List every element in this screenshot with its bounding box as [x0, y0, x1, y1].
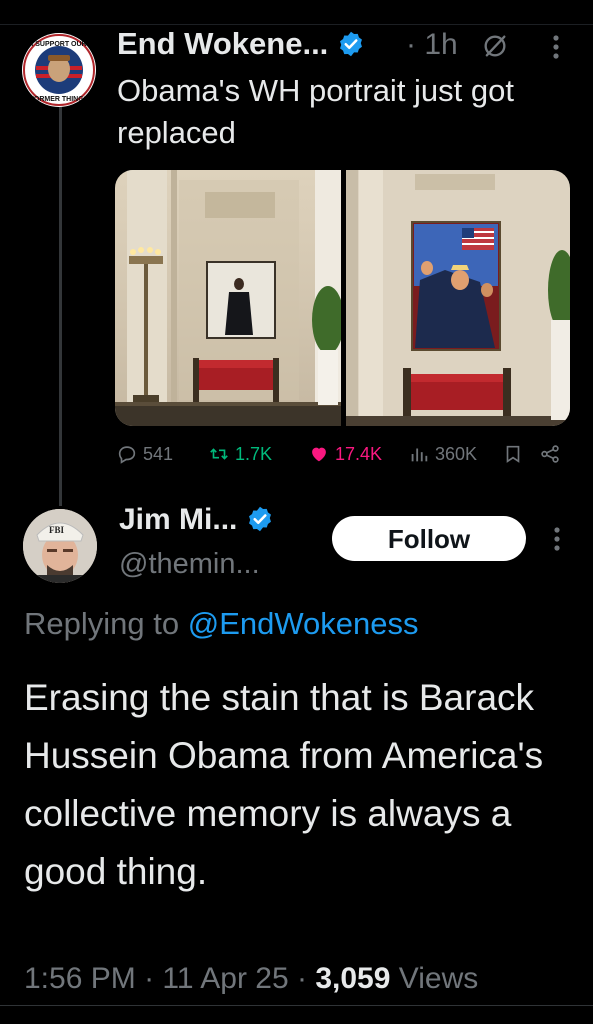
share-icon [541, 445, 559, 463]
avatar-text-top: I SUPPORT OUR [31, 41, 86, 48]
reply-date[interactable]: 11 Apr 25 [162, 962, 288, 995]
replying-prefix: Replying to [24, 606, 180, 641]
reply-time[interactable]: 1:56 PM [24, 962, 136, 995]
like-button[interactable]: 17.4K [308, 443, 382, 465]
footer-separator: · [296, 962, 307, 995]
media-photo-right[interactable] [346, 170, 570, 426]
bottom-divider [0, 1005, 593, 1006]
tweet-actions: 541 1.7K 17.4K 360K [116, 443, 566, 473]
tweet-time-ago[interactable]: 1h [424, 28, 457, 61]
repost-count: 1.7K [235, 443, 273, 464]
reply-avatar-photo: FBI [23, 509, 97, 583]
thread-connector [59, 104, 62, 506]
media-photo-left[interactable] [115, 170, 344, 426]
views-count: 360K [435, 443, 478, 464]
views-button[interactable]: 360K [408, 443, 477, 465]
follow-button[interactable]: Follow [332, 516, 526, 561]
replying-mention-link[interactable]: @EndWokeness [188, 606, 419, 641]
reply-count: 541 [143, 443, 174, 464]
reply-footer: 1:56 PM · 11 Apr 25 · 3,059 Views [24, 962, 478, 996]
avatar-text-bottom: FORMER THINGS [30, 96, 89, 103]
footer-separator: · [144, 962, 155, 995]
reply-views-count: 3,059 [315, 962, 391, 995]
verified-badge-icon [248, 506, 271, 532]
tweet-text: Obama's WH portrait just got replaced [117, 73, 514, 150]
tweet-author-name[interactable]: End Wokene... [117, 26, 365, 62]
media-photos [115, 170, 570, 426]
tweet-meta: · 1h [406, 28, 458, 62]
reply-author-handle[interactable]: @themin... [119, 548, 260, 581]
reply-author-avatar[interactable]: FBI [23, 509, 97, 583]
reply-text: Erasing the stain that is Barack Hussein… [24, 677, 544, 892]
top-divider [0, 24, 593, 25]
author-name-text: End Wokene... [117, 26, 329, 61]
verified-badge-icon [339, 31, 362, 57]
support-logo-icon: I SUPPORT OUR FORMER THINGS [23, 34, 95, 106]
tweet-media[interactable] [115, 170, 570, 426]
replying-to: Replying to @EndWokeness [24, 606, 419, 642]
bookmark-button[interactable] [502, 443, 524, 465]
reply-icon [118, 446, 136, 464]
like-count: 17.4K [335, 443, 383, 464]
grok-icon[interactable] [481, 32, 509, 60]
repost-icon [210, 448, 228, 460]
share-button[interactable] [539, 443, 561, 465]
avatar-cap-text: FBI [49, 525, 65, 535]
meta-separator: · [406, 28, 416, 61]
reply-views-label: Views [398, 962, 479, 995]
bookmark-icon [506, 445, 520, 463]
more-options-icon[interactable] [550, 33, 562, 61]
repost-button[interactable]: 1.7K [208, 443, 272, 465]
reply-author-name-text: Jim Mi... [119, 503, 238, 536]
reply-author-name[interactable]: Jim Mi... [119, 503, 274, 537]
more-options-icon[interactable] [551, 525, 563, 553]
analytics-icon [411, 448, 428, 462]
author-avatar[interactable]: I SUPPORT OUR FORMER THINGS [22, 33, 96, 107]
heart-icon [312, 447, 326, 462]
reply-button[interactable]: 541 [116, 443, 173, 465]
